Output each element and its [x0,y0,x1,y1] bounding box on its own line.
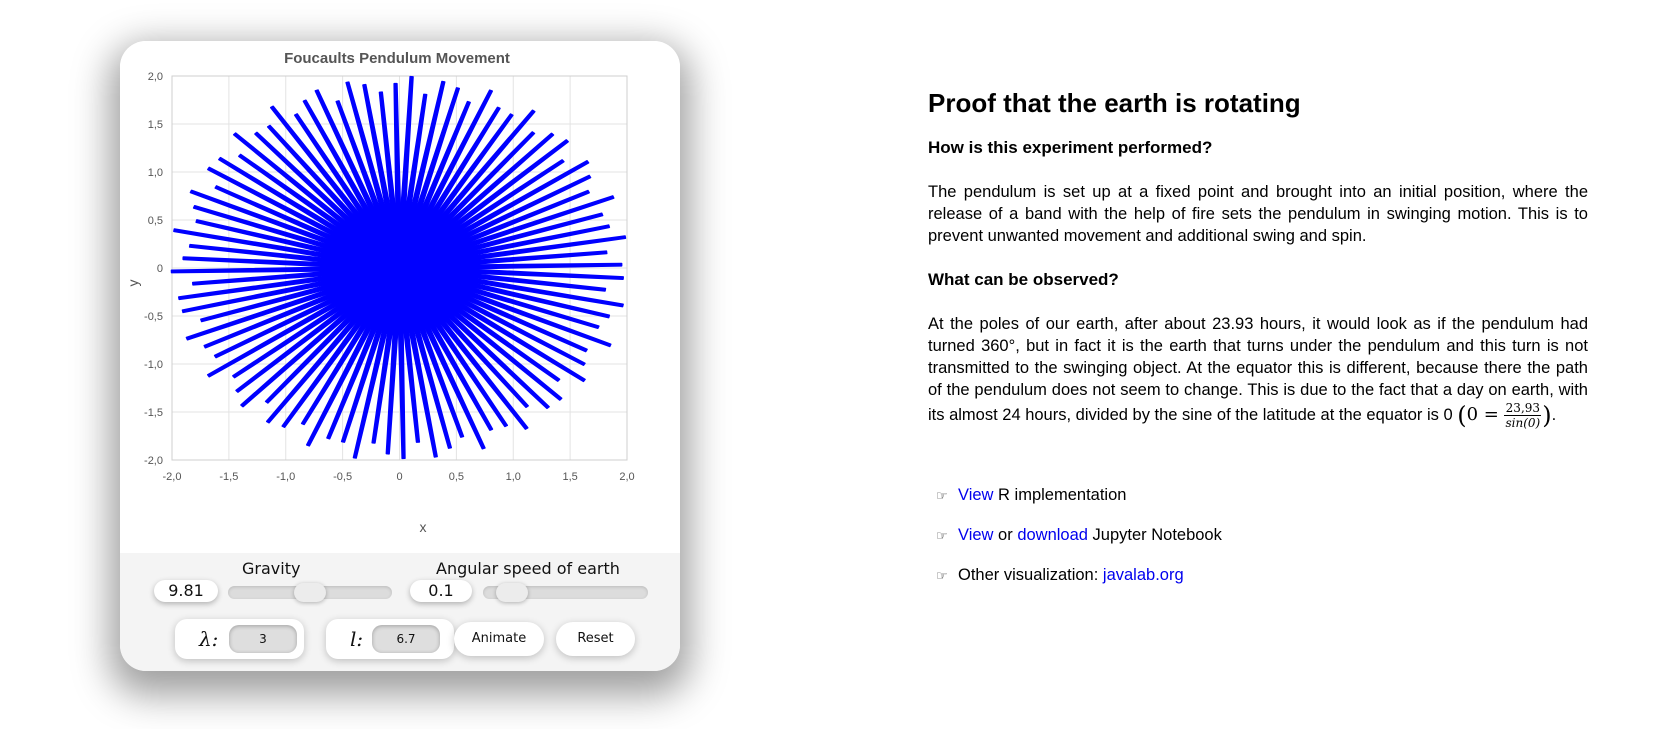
x-tick-label: 0 [396,471,402,483]
formula-open-paren: ( [1457,401,1467,430]
angular-speed-slider-handle[interactable] [496,583,528,602]
x-tick-label: -1,0 [276,471,295,483]
length-input[interactable]: 6.7 [372,625,440,653]
x-tick-label: 0,5 [449,471,464,483]
page-title: Proof that the earth is rotating [928,88,1301,118]
y-tick-label: -1,5 [144,407,163,419]
length-symbol: l: [350,627,364,651]
gravity-slider-handle[interactable] [294,583,326,602]
y-tick-label: -0,5 [144,311,163,323]
section-heading-observed: What can be observed? [928,270,1119,289]
x-tick-label: -2,0 [163,471,182,483]
formula-numerator: 23,93 [1504,401,1542,416]
reset-button[interactable]: Reset [556,622,635,656]
y-tick-label: 1,5 [148,119,163,131]
paragraph-performed: The pendulum is set up at a fixed point … [928,183,1588,245]
x-tick-label: 1,0 [506,471,521,483]
lambda-parameter: λ: 3 [175,619,304,659]
chart-title: Foucaults Pendulum Movement [284,50,510,67]
other-visualization-text: Other visualization: [958,566,1103,584]
gravity-slider[interactable] [228,583,392,602]
x-tick-label: -1,5 [219,471,238,483]
angular-speed-label: Angular speed of earth [436,559,620,578]
list-item: ☞ View R implementation [936,483,1222,507]
article: Proof that the earth is rotating How is … [928,86,1588,430]
x-tick-label: 2,0 [619,471,634,483]
list-item: ☞ View or download Jupyter Notebook [936,523,1222,547]
gravity-label: Gravity [242,559,301,578]
y-axis-label: y [125,280,141,287]
y-tick-label: 0 [157,263,163,275]
jupyter-notebook-text: Jupyter Notebook [1087,526,1222,544]
lambda-symbol: λ: [199,627,219,651]
pendulum-widget: -2,0 -1,5 -1,0 -0,5 0 0,5 1,0 1,5 2,0 2,0 1,5 1,0 0,… [120,41,680,671]
list-item: ☞ Other visualization: javalab.org [936,563,1222,587]
or-text: or [993,526,1018,544]
view-notebook-link[interactable]: View [958,526,993,544]
download-notebook-link[interactable]: download [1017,526,1088,544]
angular-speed-slider[interactable] [483,583,648,602]
pointing-hand-icon: ☞ [936,568,948,583]
formula-period: . [1551,405,1557,424]
links-list: ☞ View R implementation ☞ View or download… [936,483,1222,587]
animate-button[interactable]: Animate [454,622,544,656]
formula-lhs: 0 = [1466,403,1499,425]
angular-speed-value[interactable]: 0.1 [410,580,472,602]
y-tick-label: 1,0 [148,167,163,179]
r-implementation-text: R implementation [993,486,1127,504]
formula-fraction: 23,93 sin(0) [1504,401,1542,430]
y-tick-label: 0,5 [148,215,163,227]
y-tick-label: -2,0 [144,455,163,467]
section-heading-performed: How is this experiment performed? [928,138,1213,157]
pointing-hand-icon: ☞ [936,528,948,543]
chart-area: -2,0 -1,5 -1,0 -0,5 0 0,5 1,0 1,5 2,0 2,0 1,5 1,0 0,… [120,41,680,553]
y-tick-label: -1,0 [144,359,163,371]
view-r-link[interactable]: View [958,486,993,504]
formula-close-paren: ) [1542,401,1552,430]
pendulum-chart: -2,0 -1,5 -1,0 -0,5 0 0,5 1,0 1,5 2,0 2,0 1,5 1,0 0,… [125,50,635,535]
y-tick-label: 2,0 [148,71,163,83]
pendulum-center-mass [331,210,468,326]
x-tick-label: 1,5 [562,471,577,483]
lambda-input[interactable]: 3 [229,625,297,653]
formula-denominator: sin(0) [1505,416,1541,430]
length-parameter: l: 6.7 [326,619,454,659]
paragraph-observed: At the poles of our earth, after about 2… [928,313,1588,430]
x-axis-label: x [420,519,427,535]
javalab-link[interactable]: javalab.org [1103,566,1184,584]
gravity-value[interactable]: 9.81 [154,580,218,602]
x-tick-label: -0,5 [333,471,352,483]
controls-panel: Gravity 9.81 Angular speed of earth 0.1 … [120,553,680,671]
pointing-hand-icon: ☞ [936,488,948,503]
